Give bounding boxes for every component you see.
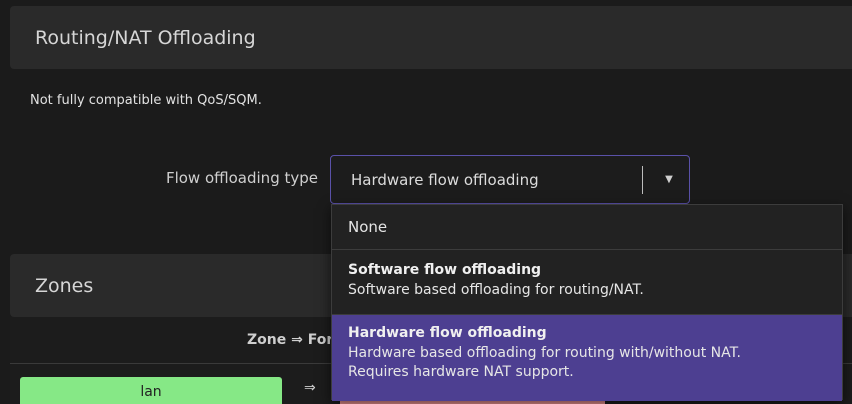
flow-offloading-type-select[interactable]: Hardware flow offloading ▼ <box>330 155 690 204</box>
flow-offloading-type-label: Flow offloading type <box>165 169 318 187</box>
section-title: Routing/NAT Offloading <box>35 26 256 49</box>
chevron-down-icon[interactable]: ▼ <box>649 174 689 185</box>
option-title: Hardware flow offloading <box>348 325 547 341</box>
forward-arrow: ⇒ <box>304 380 316 396</box>
option-description-line-2: Requires hardware NAT support. <box>348 364 574 380</box>
option-title: None <box>348 218 388 236</box>
option-hardware-flow-offloading[interactable]: Hardware flow offloading Hardware based … <box>332 315 842 401</box>
option-software-flow-offloading[interactable]: Software flow offloading Software based … <box>332 250 842 315</box>
option-description: Software based offloading for routing/NA… <box>348 282 644 298</box>
flow-offloading-dropdown-list: None Software flow offloading Software b… <box>331 204 843 401</box>
zone-badge-lan: lan <box>20 377 282 404</box>
section-header-routing-nat-offloading: Routing/NAT Offloading <box>10 6 852 69</box>
section-title: Zones <box>35 274 94 297</box>
page: Routing/NAT Offloading Not fully compati… <box>0 0 852 404</box>
select-current-value: Hardware flow offloading <box>351 170 539 189</box>
zone-forwardings-column-header: Zone ⇒ For <box>247 332 334 348</box>
option-none[interactable]: None <box>332 205 842 250</box>
option-title: Software flow offloading <box>348 262 542 278</box>
option-description-line-1: Hardware based offloading for routing wi… <box>348 345 741 361</box>
compatibility-note: Not fully compatible with QoS/SQM. <box>30 93 262 108</box>
select-separator <box>642 165 643 194</box>
